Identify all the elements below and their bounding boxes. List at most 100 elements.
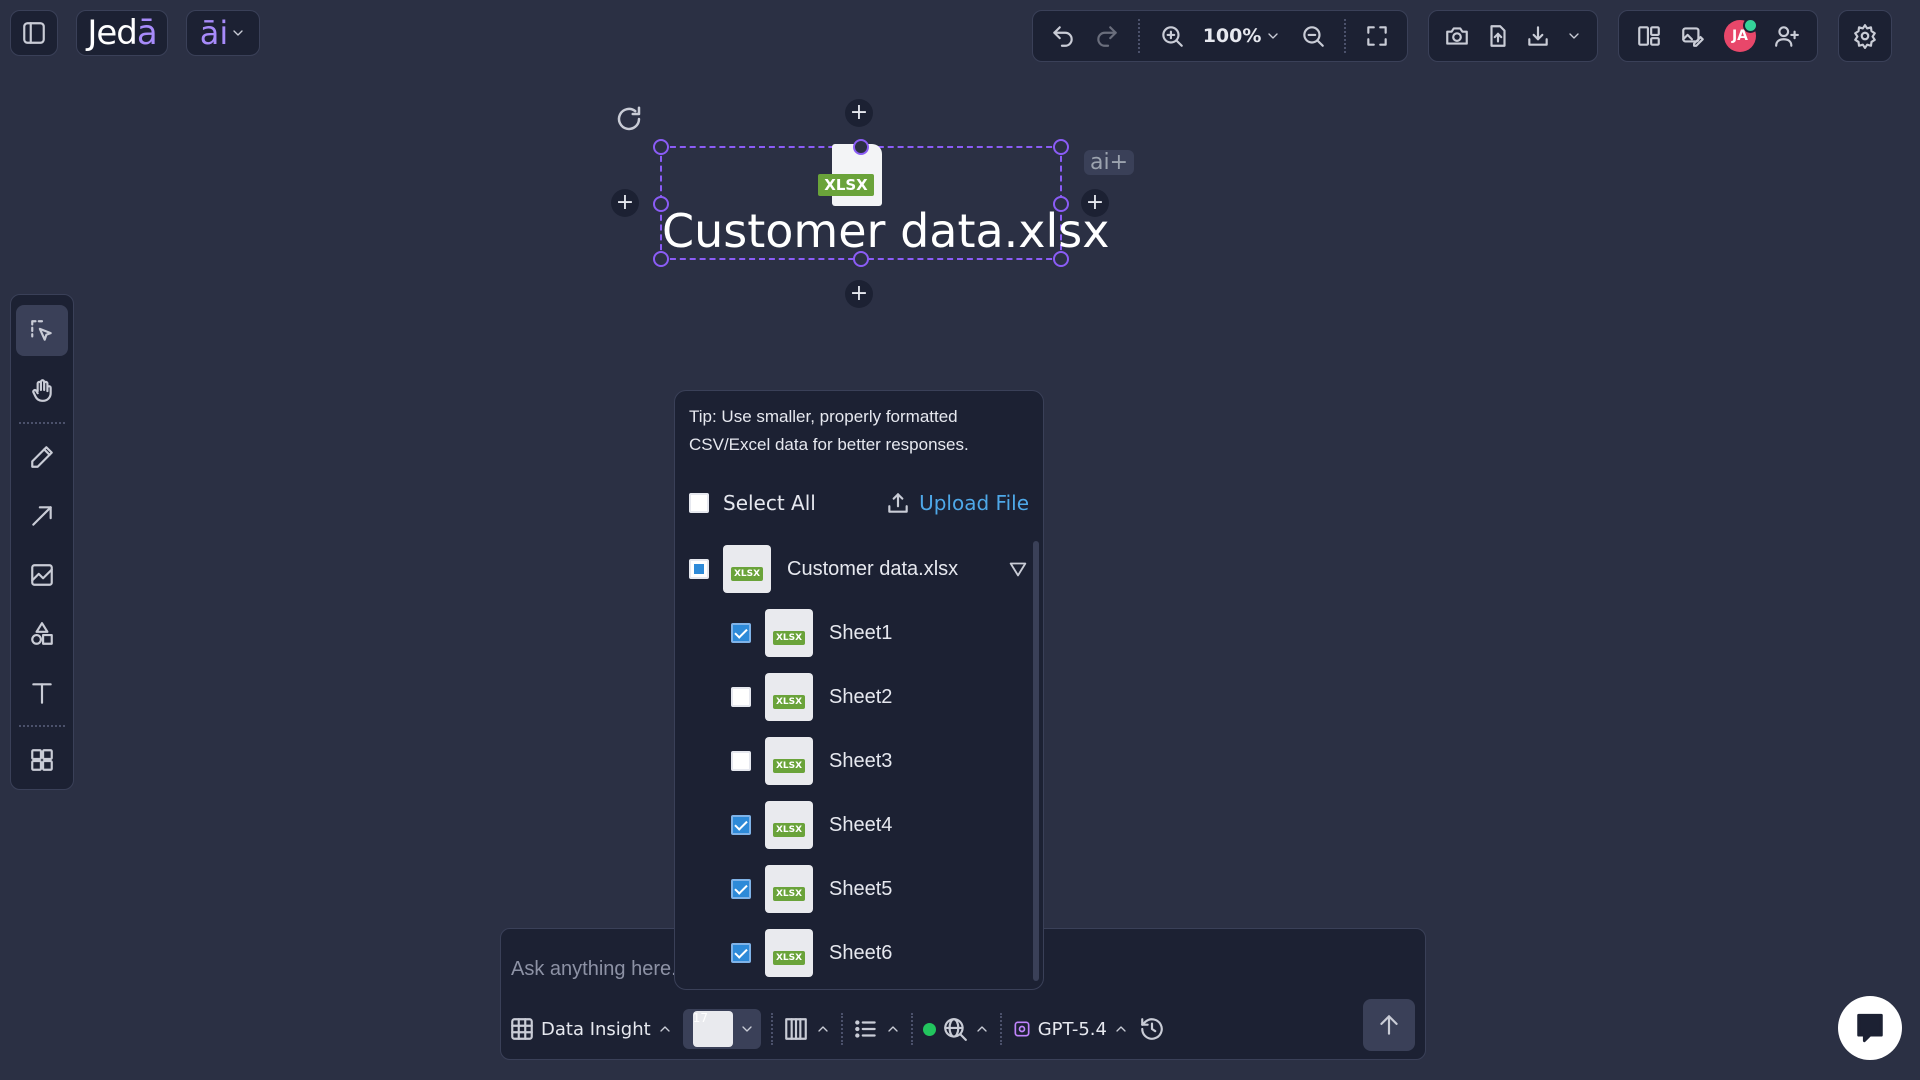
sheet-name: Sheet2	[829, 685, 893, 708]
sheet-name: Sheet1	[829, 621, 893, 644]
upload-file-button[interactable]: Upload File	[885, 490, 1029, 516]
list-format-selector[interactable]	[853, 1009, 901, 1049]
model-label: GPT-5.4	[1037, 1018, 1107, 1040]
sheet-row[interactable]: XLSX Sheet3	[731, 729, 892, 793]
footer-divider	[910, 1013, 913, 1045]
camera-icon[interactable]	[1444, 23, 1470, 49]
ai-plus-button[interactable]: ai+	[1084, 150, 1135, 175]
settings-button[interactable]	[1838, 10, 1892, 62]
brand-logo[interactable]: Jed ā	[76, 10, 168, 56]
undo-icon[interactable]	[1050, 23, 1076, 49]
zoom-level-dropdown[interactable]: 100%	[1203, 25, 1282, 47]
resize-handle[interactable]	[1053, 196, 1069, 212]
resize-handle[interactable]	[653, 196, 669, 212]
columns-selector[interactable]	[783, 1009, 831, 1049]
web-search-selector[interactable]	[922, 1009, 990, 1049]
add-below-button[interactable]: +	[845, 280, 873, 308]
collab-toolbar: JA	[1618, 10, 1818, 62]
sheet-name: Sheet6	[829, 941, 893, 964]
select-all-checkbox[interactable]	[689, 493, 709, 513]
file-row[interactable]: XLSX Customer data.xlsx	[689, 537, 1029, 601]
hand-tool[interactable]	[16, 364, 68, 415]
sheet-checkbox[interactable]	[731, 815, 751, 835]
sidebar-toggle-button[interactable]	[10, 10, 58, 56]
file-checkbox[interactable]	[689, 559, 709, 579]
sheet-checkbox[interactable]	[731, 879, 751, 899]
text-tool[interactable]	[16, 667, 68, 718]
resize-handle[interactable]	[1053, 251, 1069, 267]
select-cursor-icon	[29, 318, 55, 344]
send-button[interactable]	[1363, 999, 1415, 1051]
arrow-up-icon	[1376, 1012, 1402, 1038]
add-user-icon[interactable]	[1774, 23, 1800, 49]
file-upload-icon[interactable]	[1485, 23, 1511, 49]
xlsx-file-icon: XLSX	[765, 609, 813, 657]
footer-divider	[770, 1013, 773, 1045]
components-tool[interactable]	[16, 734, 68, 785]
add-above-button[interactable]: +	[845, 99, 873, 127]
model-selector[interactable]: GPT-5.4	[1012, 1009, 1129, 1049]
chevron-down-icon[interactable]	[1566, 28, 1582, 44]
zoom-in-icon[interactable]	[1159, 23, 1185, 49]
file-title: Customer data.xlsx	[662, 204, 1110, 258]
resize-handle[interactable]	[653, 139, 669, 155]
chevron-up-icon	[1113, 1021, 1129, 1037]
file-card-selected[interactable]: XLSX Customer data.xlsx	[653, 139, 1110, 267]
zoom-level: 100%	[1202, 25, 1262, 47]
scrollbar[interactable]	[1033, 541, 1039, 981]
shapes-icon	[29, 621, 55, 647]
resize-handle[interactable]	[1053, 139, 1069, 155]
fullscreen-icon[interactable]	[1364, 23, 1390, 49]
image-icon	[29, 562, 55, 588]
help-button[interactable]	[1838, 996, 1902, 1060]
chevron-down-icon	[230, 25, 246, 41]
history-icon[interactable]	[1139, 1016, 1165, 1042]
user-avatar[interactable]: JA	[1724, 18, 1758, 52]
download-icon[interactable]	[1525, 23, 1551, 49]
resize-handle[interactable]	[853, 139, 869, 155]
xlsx-file-icon: XLSX	[765, 673, 813, 721]
help-icon	[1853, 1011, 1887, 1045]
list-icon	[853, 1016, 879, 1042]
image-edit-icon[interactable]	[1680, 23, 1706, 49]
brand-name: Jed	[87, 13, 138, 53]
resize-handle[interactable]	[853, 251, 869, 267]
sheet-name: Sheet5	[829, 877, 893, 900]
add-left-button[interactable]: +	[611, 189, 639, 217]
text-icon	[29, 680, 55, 706]
file-name: Customer data.xlsx	[787, 557, 959, 580]
sheet-row[interactable]: XLSX Sheet6	[731, 921, 892, 985]
xlsx-badge: XLSX	[773, 951, 805, 965]
pen-tool[interactable]	[16, 431, 68, 482]
grid-icon	[29, 747, 55, 773]
redo-icon[interactable]	[1094, 23, 1120, 49]
zoom-out-icon[interactable]	[1300, 23, 1326, 49]
sheet-checkbox[interactable]	[731, 943, 751, 963]
rotate-icon[interactable]	[614, 104, 644, 134]
select-tool[interactable]	[16, 305, 68, 356]
sheet-row[interactable]: XLSX Sheet2	[731, 665, 892, 729]
chevron-down-icon	[739, 1021, 755, 1037]
select-all-label: Select All	[723, 491, 816, 515]
arrow-tool[interactable]	[16, 490, 68, 541]
shape-tool[interactable]	[16, 608, 68, 659]
ai-menu-button[interactable]: āi	[186, 10, 260, 56]
sheet-checkbox[interactable]	[731, 623, 751, 643]
layout-icon[interactable]	[1636, 23, 1662, 49]
xlsx-file-icon: XLSX	[765, 801, 813, 849]
sheet-row[interactable]: XLSX Sheet5	[731, 857, 892, 921]
triangle-down-icon[interactable]	[1007, 558, 1029, 580]
image-tool[interactable]	[16, 549, 68, 600]
attached-files-button[interactable]: 17	[682, 1009, 761, 1049]
sheet-checkbox[interactable]	[731, 687, 751, 707]
sheet-checkbox[interactable]	[731, 751, 751, 771]
chevron-up-icon	[815, 1021, 831, 1037]
pencil-icon	[29, 444, 55, 470]
sheet-row[interactable]: XLSX Sheet1	[731, 601, 892, 665]
sheet-row[interactable]: XLSX Sheet4	[731, 793, 892, 857]
xlsx-badge: XLSX	[818, 174, 874, 196]
resize-handle[interactable]	[653, 251, 669, 267]
model-icon	[1012, 1019, 1032, 1039]
gear-icon	[1852, 23, 1878, 49]
mode-selector[interactable]: Data Insight	[509, 1009, 673, 1049]
